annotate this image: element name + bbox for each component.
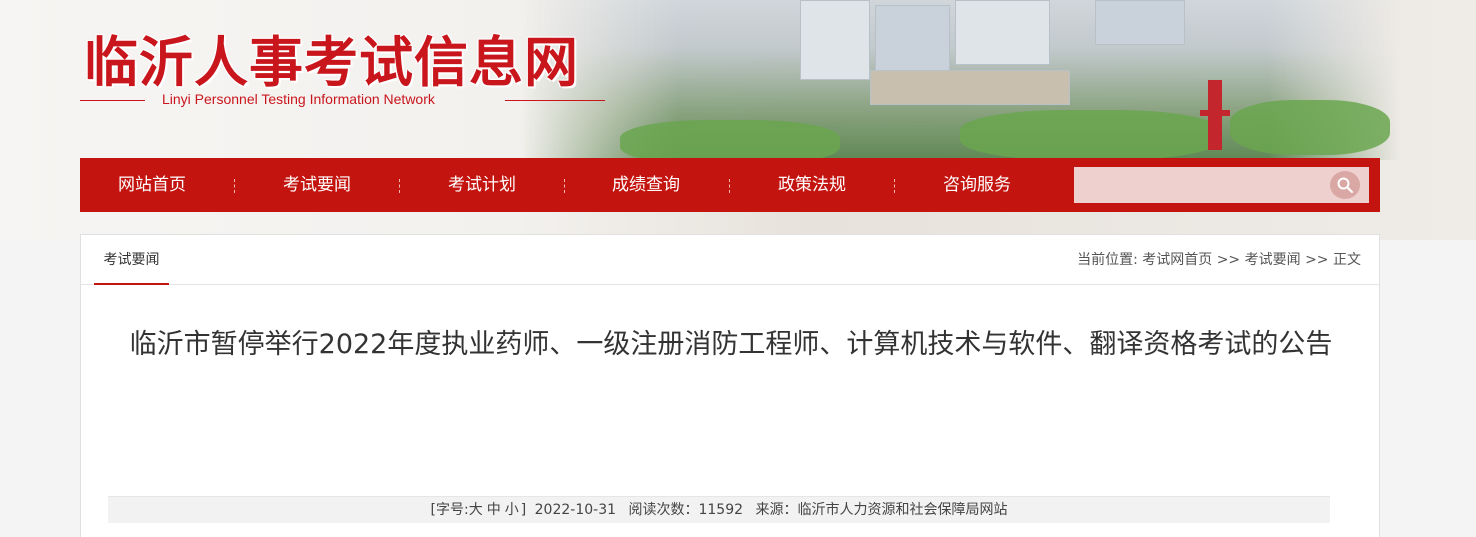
- font-size-large[interactable]: 大: [469, 502, 483, 518]
- nav-separator: [399, 179, 400, 193]
- tab-exam-news[interactable]: 考试要闻: [94, 235, 169, 285]
- greenery: [1230, 100, 1390, 155]
- read-count-label: 阅读次数：: [628, 502, 699, 518]
- main-nav: 网站首页 考试要闻 考试计划 成绩查询 政策法规 咨询服务: [80, 158, 1380, 212]
- nav-item-policy[interactable]: 政策法规: [737, 158, 887, 212]
- font-size-small[interactable]: 小: [505, 502, 519, 518]
- font-size-label-open: [字号:: [430, 502, 469, 518]
- monument-base: [1200, 110, 1230, 116]
- nav-item-home[interactable]: 网站首页: [77, 158, 227, 212]
- nav-item-consult[interactable]: 咨询服务: [902, 158, 1052, 212]
- site-subtitle: Linyi Personnel Testing Information Netw…: [80, 90, 605, 110]
- nav-item-exam-news[interactable]: 考试要闻: [242, 158, 392, 212]
- breadcrumb: 当前位置: 考试网首页 >> 考试要闻 >> 正文: [1077, 235, 1361, 285]
- nav-item-score-query[interactable]: 成绩查询: [571, 158, 721, 212]
- panel-header: 考试要闻 当前位置: 考试网首页 >> 考试要闻 >> 正文: [81, 235, 1379, 285]
- breadcrumb-link-news[interactable]: 考试要闻: [1245, 252, 1301, 268]
- nav-item-exam-plan[interactable]: 考试计划: [407, 158, 557, 212]
- greenery: [960, 110, 1220, 160]
- content-panel: 考试要闻 当前位置: 考试网首页 >> 考试要闻 >> 正文 临沂市暂停举行20…: [80, 234, 1380, 537]
- site-title: 临沂人事考试信息网: [84, 30, 579, 94]
- source-value: 临沂市人力资源和社会保障局网站: [797, 502, 1008, 518]
- building: [800, 0, 870, 80]
- building: [875, 5, 950, 75]
- search-input[interactable]: [1074, 167, 1324, 203]
- nav-separator: [564, 179, 565, 193]
- nav-separator: [729, 179, 730, 193]
- nav-separator: [234, 179, 235, 193]
- breadcrumb-separator: >>: [1305, 252, 1329, 268]
- building: [955, 0, 1050, 65]
- building: [1095, 0, 1185, 45]
- search-button[interactable]: [1330, 171, 1360, 199]
- subtitle-line-right: [505, 100, 605, 101]
- source-group: 来源：临沂市人力资源和社会保障局网站: [755, 502, 1007, 518]
- breadcrumb-prefix: 当前位置:: [1077, 252, 1138, 268]
- font-size-label-close: ]: [520, 502, 527, 518]
- publish-date: 2022-10-31: [534, 502, 617, 518]
- read-count: 11592: [698, 502, 744, 518]
- article-title: 临沂市暂停举行2022年度执业药师、一级注册消防工程师、计算机技术与软件、翻译资…: [129, 329, 1333, 360]
- font-size-label: [字号:大中小]: [431, 502, 527, 518]
- search-icon: [1337, 177, 1354, 194]
- source-label: 来源：: [755, 502, 798, 518]
- font-size-medium[interactable]: 中: [487, 502, 501, 518]
- building: [870, 70, 1070, 105]
- subtitle-line-left: [80, 100, 145, 101]
- breadcrumb-link-home[interactable]: 考试网首页: [1142, 252, 1212, 268]
- read-count-group: 阅读次数：11592: [628, 502, 743, 518]
- breadcrumb-separator: >>: [1216, 252, 1241, 268]
- subtitle-text: Linyi Personnel Testing Information Netw…: [162, 91, 435, 107]
- breadcrumb-current: 正文: [1333, 252, 1361, 268]
- nav-separator: [894, 179, 895, 193]
- article-meta: [字号:大中小] 2022-10-31 阅读次数：11592 来源：临沂市人力资…: [108, 496, 1330, 523]
- search-box: [1074, 167, 1369, 203]
